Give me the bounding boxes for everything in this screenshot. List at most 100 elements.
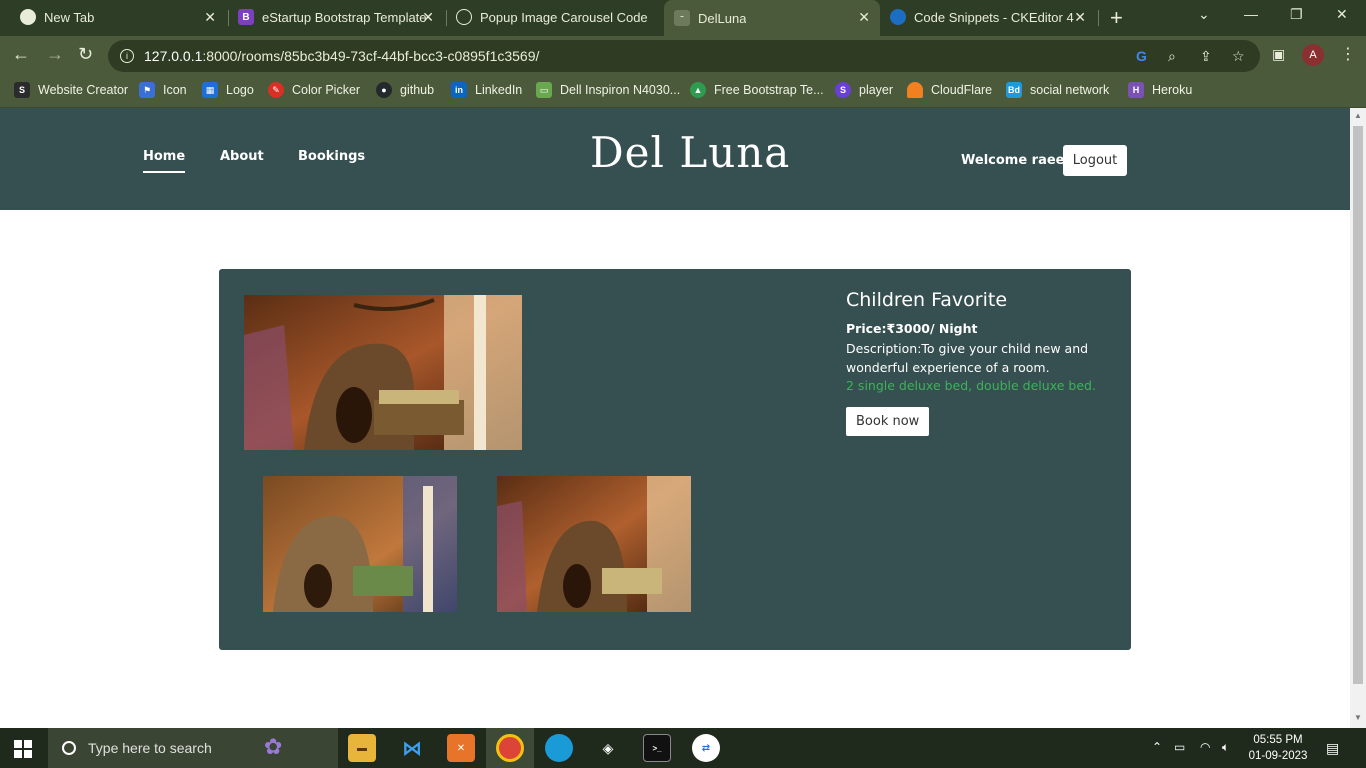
- bookmark-color-picker[interactable]: ✎ Color Picker: [268, 82, 360, 98]
- bookmark-cloudflare[interactable]: CloudFlare: [907, 82, 992, 98]
- vscode-icon[interactable]: ⋈: [398, 734, 426, 762]
- battery-icon[interactable]: ▭: [1174, 740, 1185, 754]
- close-icon[interactable]: ✕: [858, 9, 870, 26]
- side-panel-icon[interactable]: ▣: [1272, 46, 1285, 63]
- bookmark-free-bootstrap[interactable]: ▲ Free Bootstrap Te...: [690, 82, 824, 98]
- tab-popup-carousel[interactable]: Popup Image Carousel Code: [448, 0, 662, 34]
- bookmark-dell[interactable]: ▭ Dell Inspiron N4030...: [536, 82, 680, 98]
- windows-start-icon[interactable]: [14, 740, 32, 758]
- site-info-icon[interactable]: i: [120, 49, 134, 63]
- notifications-icon[interactable]: ▤: [1326, 740, 1339, 757]
- room-description: Description:To give your child new and w…: [846, 341, 1089, 375]
- book-now-button[interactable]: Book now: [846, 407, 930, 436]
- chrome-icon: [20, 9, 36, 25]
- bookmark-label: LinkedIn: [475, 83, 523, 97]
- website-creator-icon: S: [14, 82, 30, 98]
- close-icon[interactable]: ✕: [1074, 9, 1086, 26]
- logout-button[interactable]: Logout: [1063, 145, 1127, 176]
- tab-delluna[interactable]: ~ DelLuna ✕: [664, 0, 880, 36]
- window-close-icon[interactable]: ✕: [1336, 6, 1348, 23]
- room-main-photo[interactable]: [244, 295, 522, 450]
- taskbar-clock[interactable]: 05:55 PM 01-09-2023: [1246, 732, 1310, 764]
- tab-new-tab[interactable]: New Tab ✕: [12, 0, 226, 34]
- close-icon[interactable]: ✕: [204, 9, 216, 26]
- tab-divider: [1098, 10, 1099, 26]
- bookmark-linkedin[interactable]: in LinkedIn: [451, 82, 522, 98]
- zoom-icon[interactable]: ⌕: [1168, 48, 1176, 65]
- tab-code-snippets[interactable]: Code Snippets - CKEditor 4 D ✕: [882, 0, 1096, 34]
- taskbar-search-box[interactable]: Type here to search ✿: [48, 728, 338, 768]
- tab-title: Code Snippets - CKEditor 4 D: [914, 9, 1074, 25]
- nav-home-link[interactable]: Home: [143, 149, 186, 173]
- scrollbar-thumb[interactable]: [1353, 126, 1363, 684]
- bookmark-label: Dell Inspiron N4030...: [560, 83, 681, 97]
- bookmark-logo[interactable]: ▦ Logo: [202, 82, 254, 98]
- tray-chevron-icon[interactable]: ⌃: [1152, 740, 1162, 754]
- scroll-down-icon[interactable]: ▼: [1354, 713, 1362, 722]
- bookmarks-bar: S Website Creator ⚑ Icon ▦ Logo ✎ Color Pick…: [0, 76, 1366, 108]
- tab-estartup[interactable]: B eStartup Bootstrap Template ✕: [230, 0, 444, 34]
- close-icon[interactable]: ✕: [422, 9, 434, 26]
- bookmark-social-network[interactable]: Bd social network: [1006, 82, 1109, 98]
- page-scrollbar[interactable]: ▲ ▼: [1350, 108, 1366, 728]
- address-bar-row: ← → ↻ i 127.0.0.1:8000/rooms/85bc3b49-73…: [0, 36, 1366, 76]
- bookmark-heroku[interactable]: H Heroku: [1128, 82, 1192, 98]
- restore-icon[interactable]: ❐: [1290, 6, 1303, 23]
- ckeditor-icon: [890, 9, 906, 25]
- new-tab-icon[interactable]: +: [1110, 5, 1123, 31]
- bookmark-label: Free Bootstrap Te...: [714, 83, 824, 97]
- tab-title: Popup Image Carousel Code: [480, 9, 648, 25]
- reload-icon[interactable]: ↻: [78, 44, 93, 65]
- social-network-icon: Bd: [1006, 82, 1022, 98]
- bookmark-label: player: [859, 83, 894, 97]
- scroll-up-icon[interactable]: ▲: [1354, 111, 1362, 120]
- back-icon[interactable]: ←: [12, 44, 30, 65]
- room-price: Price:₹3000/ Night: [846, 321, 978, 336]
- file-explorer-icon[interactable]: ▬: [348, 734, 376, 762]
- web-page: Home About Bookings Del Luna Welcome rae…: [0, 108, 1350, 728]
- nav-about-link[interactable]: About: [220, 149, 264, 164]
- nav-bookings-link[interactable]: Bookings: [298, 149, 365, 164]
- bookmark-github[interactable]: ● github: [376, 82, 434, 98]
- github-icon: ●: [376, 82, 392, 98]
- tab-title: eStartup Bootstrap Template: [262, 9, 427, 25]
- edge-icon[interactable]: [545, 734, 573, 762]
- chatgpt-icon: [456, 9, 472, 25]
- bookmark-label: github: [400, 83, 435, 97]
- bookmark-label: CloudFlare: [931, 83, 993, 97]
- welcome-text: Welcome raees: [961, 153, 1073, 168]
- wifi-icon[interactable]: ◠: [1200, 740, 1210, 754]
- url-text: 127.0.0.1:8000/rooms/85bc3b49-73cf-44bf-…: [144, 48, 540, 64]
- url-field[interactable]: i 127.0.0.1:8000/rooms/85bc3b49-73cf-44b…: [108, 40, 1260, 72]
- avatar[interactable]: A: [1302, 44, 1324, 66]
- tab-search-icon[interactable]: ⌄: [1198, 6, 1210, 23]
- volume-icon[interactable]: 🔈︎: [1222, 740, 1229, 755]
- tab-title: New Tab: [44, 9, 95, 25]
- site-logo[interactable]: Del Luna: [590, 128, 790, 177]
- bookmark-label: social network: [1030, 83, 1110, 97]
- room-thumbnail-1[interactable]: [263, 476, 457, 612]
- menu-icon[interactable]: ⋮: [1340, 44, 1356, 64]
- git-bash-icon[interactable]: ◈: [594, 734, 622, 762]
- forward-icon[interactable]: →: [46, 44, 64, 65]
- bookmark-icon[interactable]: ⚑ Icon: [139, 82, 187, 98]
- site-navbar: Home About Bookings Del Luna Welcome rae…: [0, 108, 1350, 210]
- minimize-icon[interactable]: —: [1244, 6, 1258, 22]
- chrome-taskbar-icon[interactable]: [496, 734, 524, 762]
- bookmark-star-icon[interactable]: ☆: [1232, 48, 1245, 65]
- room-beds: 2 single deluxe bed, double deluxe bed.: [846, 378, 1096, 393]
- flag-icon: ⚑: [139, 82, 155, 98]
- color-picker-icon: ✎: [268, 82, 284, 98]
- tab-divider: [228, 10, 229, 26]
- share-icon[interactable]: ⇪: [1200, 48, 1212, 65]
- logo-icon: ▦: [202, 82, 218, 98]
- clock-time: 05:55 PM: [1253, 734, 1303, 746]
- windows-taskbar: Type here to search ✿ ▬ ⋈ ✕ ◈ >_ ⇄ ⌃ ▭ ◠…: [0, 728, 1366, 768]
- google-icon[interactable]: G: [1136, 48, 1147, 64]
- xampp-icon[interactable]: ✕: [447, 734, 475, 762]
- bookmark-website-creator[interactable]: S Website Creator: [14, 82, 128, 98]
- bookmark-player[interactable]: Splayer: [835, 82, 893, 98]
- terminal-icon[interactable]: >_: [643, 734, 671, 762]
- teams-viewer-icon[interactable]: ⇄: [692, 734, 720, 762]
- room-thumbnail-2[interactable]: [497, 476, 691, 612]
